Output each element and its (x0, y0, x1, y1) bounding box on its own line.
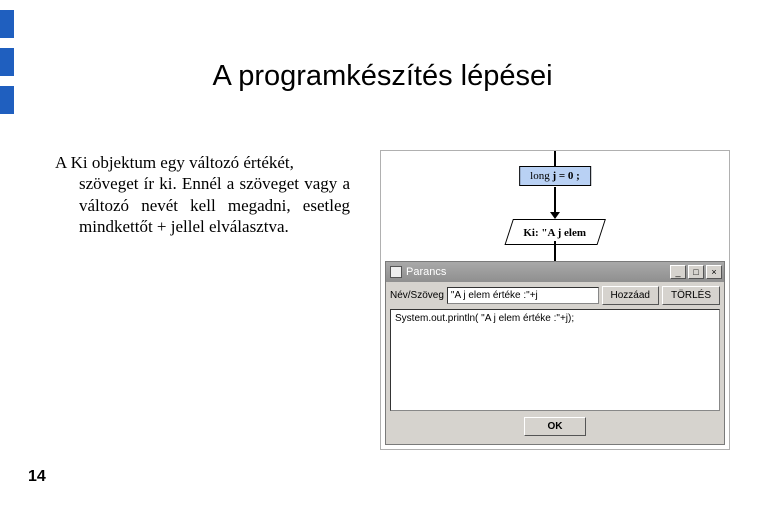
maximize-button[interactable]: □ (688, 265, 704, 279)
body-paragraph: A Ki objektum egy változó értékét, szöve… (55, 152, 350, 237)
flow-connector (554, 151, 556, 166)
dialog-window: Parancs _ □ × Név/Szöveg "A j elem érték… (385, 261, 725, 445)
titlebar: Parancs _ □ × (386, 262, 724, 282)
form-row: Név/Szöveg "A j elem értéke :"+j Hozzáad… (386, 282, 724, 309)
flow-connector (554, 241, 556, 261)
window-icon (390, 266, 402, 278)
titlebar-left: Parancs (388, 266, 446, 278)
flow-box1-pre: long (530, 170, 552, 182)
window-controls: _ □ × (670, 265, 722, 279)
page-number: 14 (28, 468, 46, 486)
ok-button[interactable]: OK (524, 417, 586, 436)
clear-button[interactable]: TÖRLÉS (662, 286, 720, 305)
arrow-down-icon (550, 212, 560, 219)
code-textarea[interactable]: System.out.println( "A j elem értéke :"+… (390, 309, 720, 411)
window-title: Parancs (406, 266, 446, 278)
name-text-input[interactable]: "A j elem értéke :"+j (447, 287, 599, 304)
paragraph-first-line: A Ki objektum egy változó értékét, (55, 153, 294, 172)
add-button[interactable]: Hozzáad (602, 286, 659, 305)
flow-pgram-pre: Ki: (523, 227, 541, 239)
code-line: System.out.println( "A j elem értéke :"+… (395, 313, 574, 324)
flowchart: long j = 0 ; Ki: "A j elem (381, 151, 729, 261)
figure-frame: long j = 0 ; Ki: "A j elem Parancs _ □ (380, 150, 730, 450)
minimize-button[interactable]: _ (670, 265, 686, 279)
ok-row: OK (386, 411, 724, 440)
slide-title: A programkészítés lépései (0, 60, 765, 93)
flow-pgram-text: "A j elem (541, 227, 586, 239)
flow-connector (554, 187, 556, 212)
slide: A programkészítés lépései A Ki objektum … (0, 0, 765, 510)
label-name-text: Név/Szöveg (390, 290, 444, 301)
flow-box-declaration: long j = 0 ; (519, 166, 591, 186)
flow-box1-code: j = 0 ; (552, 170, 579, 182)
close-button[interactable]: × (706, 265, 722, 279)
paragraph-rest: szöveget ír ki. Ennél a szöveget vagy a … (55, 173, 350, 237)
accent-bar (0, 10, 14, 38)
